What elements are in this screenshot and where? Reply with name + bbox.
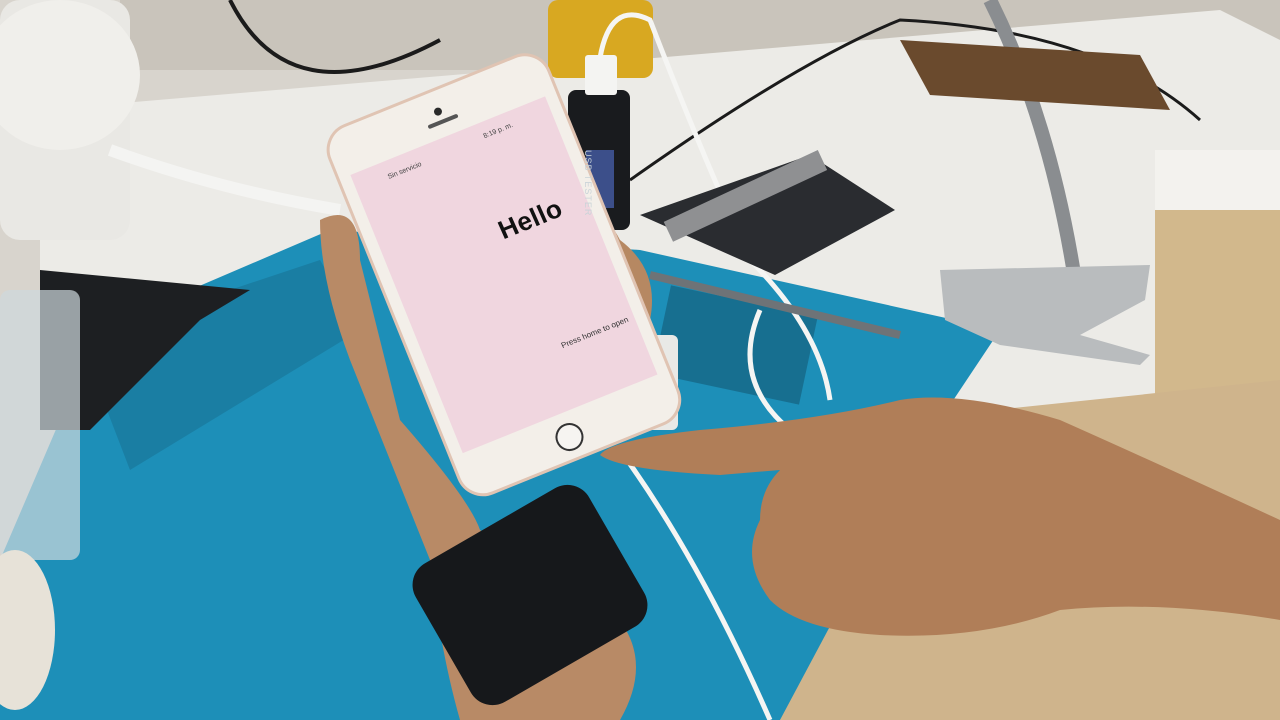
wooden-drawer [1155,200,1280,410]
repair-bench-scene [0,0,1280,720]
drawer-top [1155,150,1280,210]
glass-bottle [0,290,80,560]
usb-plug [585,55,617,95]
